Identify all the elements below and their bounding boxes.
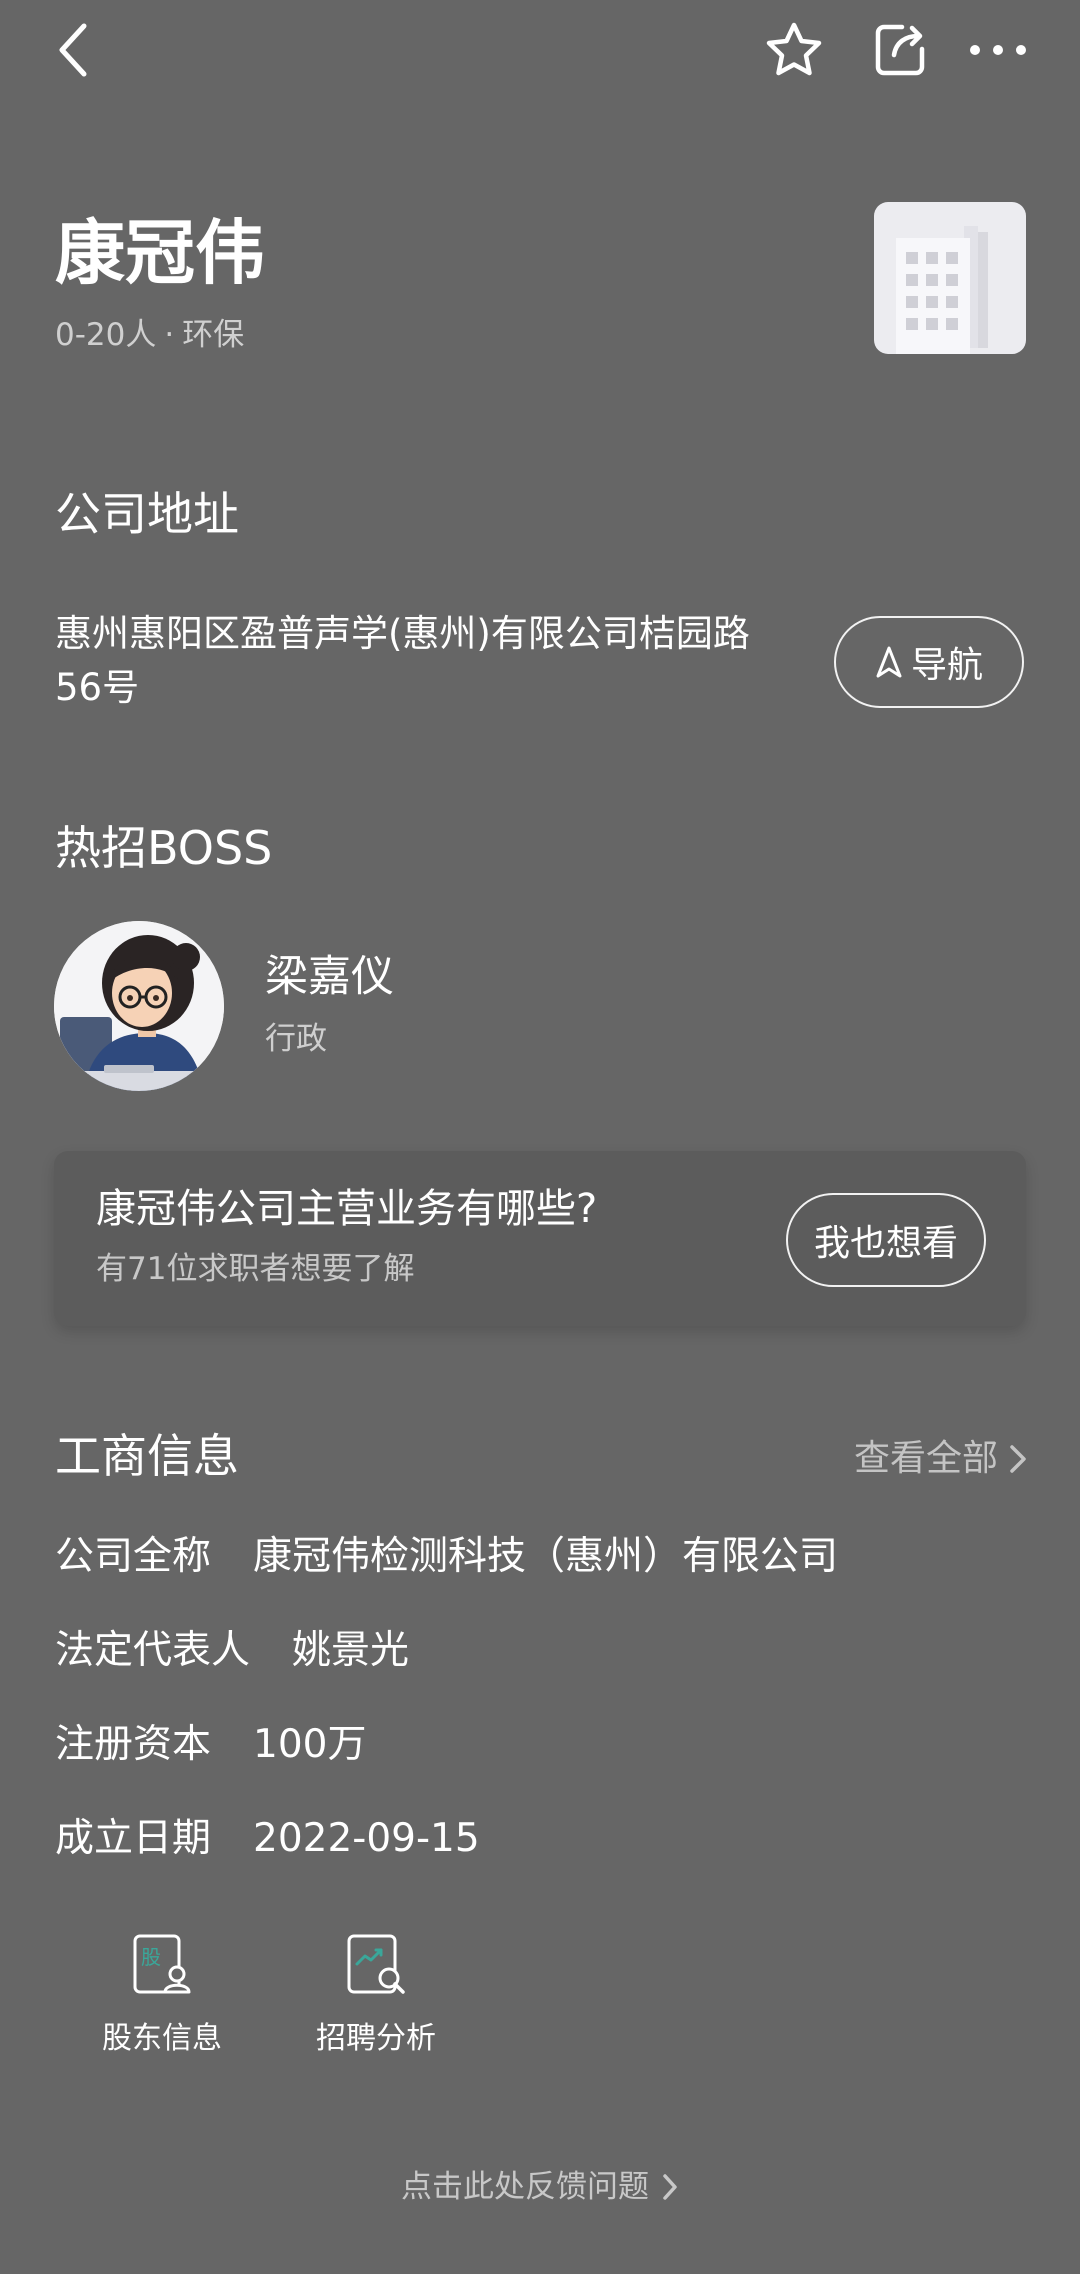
company-industry: 环保	[182, 317, 245, 353]
star-icon	[766, 22, 822, 76]
building-icon	[896, 226, 988, 354]
info-label: 注册资本	[55, 1722, 212, 1767]
company-logo	[874, 202, 1026, 354]
address-section-title: 公司地址	[55, 487, 239, 541]
want-to-see-button[interactable]: 我也想看	[786, 1193, 986, 1287]
company-name: 康冠伟	[55, 212, 265, 294]
company-size: 0-20人	[55, 317, 157, 353]
shareholder-info-shortcut[interactable]: 股 股东信息	[72, 1930, 252, 2060]
address-text: 惠州惠阳区盈普声学(惠州)有限公司桔园路56号	[55, 612, 750, 709]
view-all-link[interactable]: 查看全部	[854, 1433, 1028, 1485]
info-label: 成立日期	[55, 1816, 212, 1861]
info-value: 姚景光	[292, 1628, 410, 1673]
shareholder-icon: 股	[133, 1934, 191, 1994]
boss-name: 梁嘉仪	[265, 952, 394, 1002]
info-label: 公司全称	[55, 1534, 212, 1579]
navigation-arrow-icon	[876, 646, 902, 678]
chevron-right-icon	[663, 2174, 677, 2200]
more-horizontal-icon	[970, 45, 1026, 55]
info-row-founded: 成立日期 2022-09-15	[55, 1811, 480, 1867]
company-meta: 0-20人 · 环保	[55, 312, 244, 358]
share-icon	[875, 24, 925, 76]
share-button[interactable]	[860, 10, 940, 90]
boss-section-title: 热招BOSS	[55, 821, 273, 875]
info-value: 100万	[253, 1722, 367, 1767]
back-button[interactable]	[34, 10, 114, 90]
shareholder-info-label: 股东信息	[102, 2021, 222, 2056]
meta-separator: ·	[164, 317, 175, 353]
question-title: 康冠伟公司主营业务有哪些?	[96, 1186, 598, 1232]
info-value: 康冠伟检测科技（惠州）有限公司	[253, 1534, 839, 1579]
more-button[interactable]	[958, 10, 1038, 90]
info-row-legal-rep: 法定代表人 姚景光	[55, 1623, 409, 1679]
feedback-label: 点击此处反馈问题	[401, 2169, 649, 2205]
recruit-analysis-shortcut[interactable]: 招聘分析	[286, 1930, 466, 2060]
question-subtitle: 有71位求职者想要了解	[96, 1251, 415, 1287]
feedback-link[interactable]: 点击此处反馈问题	[0, 2165, 1080, 2209]
navigation-button[interactable]: 导航	[834, 616, 1024, 708]
shareholder-icon-text: 股	[141, 1945, 161, 1969]
favorite-button[interactable]	[754, 10, 834, 90]
info-value: 2022-09-15	[253, 1816, 480, 1861]
boss-role: 行政	[265, 1021, 327, 1057]
avatar[interactable]	[54, 921, 224, 1091]
chevron-right-icon	[1010, 1445, 1026, 1473]
info-row-capital: 注册资本 100万	[55, 1717, 366, 1773]
business-info-section-title: 工商信息	[55, 1429, 239, 1483]
info-label: 法定代表人	[55, 1628, 251, 1673]
chevron-left-icon	[59, 23, 87, 77]
recruit-analysis-label: 招聘分析	[316, 2021, 436, 2056]
recruit-analysis-icon	[347, 1934, 405, 1994]
navigation-button-label: 导航	[910, 645, 983, 686]
info-row-full-name: 公司全称 康冠伟检测科技（惠州）有限公司	[55, 1529, 838, 1585]
question-card: 康冠伟公司主营业务有哪些? 有71位求职者想要了解 我也想看	[54, 1151, 1026, 1326]
view-all-label: 查看全部	[853, 1438, 998, 1479]
